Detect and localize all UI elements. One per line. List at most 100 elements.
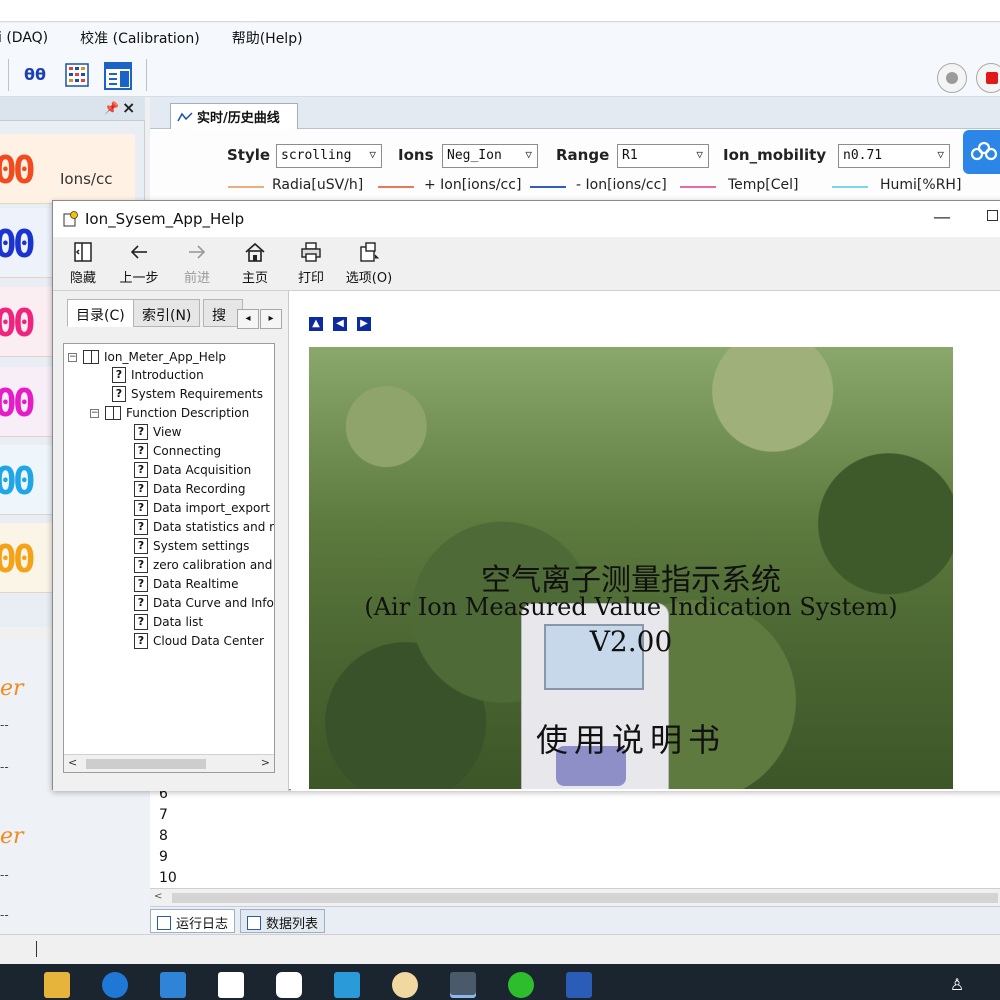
- paint-icon[interactable]: [392, 972, 418, 998]
- menu-daq[interactable]: i (DAQ): [0, 30, 48, 46]
- store-icon[interactable]: [218, 972, 244, 998]
- home-icon: [245, 242, 265, 262]
- print-button[interactable]: 打印: [283, 241, 339, 286]
- tree-node-data-statistics[interactable]: ? Data statistics and r: [134, 518, 274, 536]
- legend-humidity: Humi[%RH]: [880, 177, 962, 193]
- style-select[interactable]: scrolling ▽: [276, 144, 382, 168]
- people-icon[interactable]: ♙: [944, 972, 970, 998]
- button-label: 上一步: [119, 271, 159, 286]
- panel-layout-icon[interactable]: [104, 62, 132, 90]
- mail-icon[interactable]: [160, 972, 186, 998]
- meter-label-fragment: er: [0, 824, 24, 849]
- help-topic-icon: ?: [134, 538, 148, 554]
- tree-node-data-curve[interactable]: ? Data Curve and Infor: [134, 594, 274, 612]
- table-icon: [247, 915, 261, 930]
- word-icon[interactable]: [566, 972, 592, 998]
- tree-node-zero-calibration[interactable]: ? zero calibration and: [134, 556, 272, 574]
- scrollbar-thumb[interactable]: [86, 759, 206, 769]
- cover-photo: 空气离子测量指示系统 (Air Ion Measured Value Indic…: [309, 347, 953, 789]
- dash-value: --: [0, 868, 9, 882]
- maximize-button[interactable]: [987, 210, 998, 221]
- status-bar: [0, 934, 1000, 964]
- tree-node-root[interactable]: − Ion_Meter_App_Help: [68, 348, 226, 366]
- toolbar-separator: [8, 59, 9, 91]
- tab-scroll-left-icon[interactable]: ◂: [237, 309, 259, 329]
- scrollbar-thumb[interactable]: [172, 893, 998, 903]
- stop-record-button[interactable]: [976, 63, 1000, 93]
- edge-browser-icon[interactable]: [102, 972, 128, 998]
- tree-horizontal-scrollbar[interactable]: < >: [64, 754, 274, 772]
- menu-calibration[interactable]: 校准 (Calibration): [80, 28, 200, 48]
- tree-node-system-requirements[interactable]: ? System Requirements: [112, 385, 263, 403]
- help-topic-icon: ?: [134, 481, 148, 497]
- tree-node-data-import-export[interactable]: ? Data import_export a: [134, 499, 275, 517]
- options-button[interactable]: 选项(O): [341, 241, 397, 286]
- help-app-icon: [63, 211, 78, 227]
- hide-pane-icon: [74, 242, 92, 262]
- scroll-right-icon[interactable]: >: [261, 756, 270, 769]
- tab-contents[interactable]: 目录(C): [67, 299, 134, 327]
- help-topic-icon: ?: [112, 386, 126, 402]
- range-select[interactable]: R1 ▽: [617, 144, 709, 168]
- scroll-left-icon[interactable]: <: [68, 756, 77, 769]
- cloud-app-icon[interactable]: [276, 972, 302, 998]
- help-navigation-pane: 目录(C) 索引(N) 搜索 ◂ ▸ − Ion_Meter_App_Help …: [53, 291, 289, 791]
- tree-node-connecting[interactable]: ? Connecting: [134, 442, 221, 460]
- oo-icon[interactable]: θθ: [22, 62, 48, 88]
- ions-select[interactable]: Neg_Ion ▽: [442, 144, 538, 168]
- cloud-data-button[interactable]: [963, 130, 1000, 174]
- record-idle-button[interactable]: [937, 63, 967, 93]
- back-button[interactable]: 上一步: [111, 241, 167, 286]
- tree-node-cloud-data-center[interactable]: ? Cloud Data Center: [134, 632, 264, 650]
- pin-icon[interactable]: 📌: [104, 101, 119, 115]
- tab-scroll-right-icon[interactable]: ▸: [260, 309, 282, 329]
- log-icon: [157, 915, 171, 930]
- readout-unit: Ions/cc: [60, 170, 113, 188]
- tree-node-data-realtime[interactable]: ? Data Realtime: [134, 575, 238, 593]
- help-topic-icon: ?: [134, 633, 148, 649]
- tree-node-view[interactable]: ? View: [134, 423, 181, 441]
- tab-run-log[interactable]: 运行日志: [150, 909, 236, 933]
- status-divider: [36, 941, 37, 957]
- tree-node-data-acquisition[interactable]: ? Data Acquisition: [134, 461, 251, 479]
- tree-node-label: Data import_export a: [153, 501, 275, 515]
- panel-close-icon[interactable]: ×: [122, 98, 135, 117]
- grid-chart-icon[interactable]: [64, 62, 90, 88]
- minimize-button[interactable]: —: [933, 207, 951, 228]
- toolbar-separator: [146, 59, 147, 91]
- ion-mobility-label: Ion_mobility: [723, 146, 827, 164]
- collapse-icon[interactable]: −: [90, 408, 99, 418]
- menu-bar: i (DAQ) 校准 (Calibration) 帮助(Help): [0, 23, 1000, 53]
- tab-index[interactable]: 索引(N): [133, 299, 201, 327]
- tree-node-introduction[interactable]: ? Introduction: [112, 366, 204, 384]
- hide-button[interactable]: 隐藏: [55, 241, 111, 286]
- connect-app-icon[interactable]: [334, 972, 360, 998]
- bottom-tab-strip: 运行日志 数据列表: [150, 906, 1000, 934]
- ion-app-taskbar-icon[interactable]: [450, 972, 476, 998]
- tree-node-data-list[interactable]: ? Data list: [134, 613, 203, 631]
- run-log-area: 6 7 8 9 10: [150, 786, 1000, 888]
- menu-help[interactable]: 帮助(Help): [232, 28, 303, 48]
- home-button[interactable]: 主页: [227, 241, 283, 286]
- forward-button[interactable]: 前进: [169, 241, 225, 286]
- button-label: 隐藏: [69, 271, 96, 286]
- wechat-icon[interactable]: [508, 972, 534, 998]
- log-horizontal-scrollbar[interactable]: <: [150, 888, 1000, 906]
- tab-realtime-history-curve[interactable]: 实时/历史曲线: [170, 103, 298, 129]
- tab-data-list[interactable]: 数据列表: [240, 909, 326, 933]
- tree-node-function-description[interactable]: − Function Description: [90, 404, 249, 422]
- nav-prev-icon[interactable]: ◀: [333, 317, 347, 331]
- ion-mobility-select[interactable]: n0.71 ▽: [838, 144, 950, 168]
- tree-node-system-settings[interactable]: ? System settings: [134, 537, 249, 555]
- nav-up-icon[interactable]: ▲: [309, 317, 323, 331]
- cover-manual-title: 使用说明书: [535, 721, 726, 759]
- file-explorer-icon[interactable]: [44, 972, 70, 998]
- tree-node-data-recording[interactable]: ? Data Recording: [134, 480, 245, 498]
- help-topic-icon: ?: [134, 557, 148, 573]
- range-label: Range: [556, 146, 610, 164]
- nav-next-icon[interactable]: ▶: [357, 317, 371, 331]
- button-label: 打印: [297, 271, 324, 286]
- scroll-left-icon[interactable]: <: [154, 891, 162, 902]
- collapse-icon[interactable]: −: [68, 352, 77, 362]
- cover-title-en: (Air Ion Measured Value Indication Syste…: [364, 593, 898, 621]
